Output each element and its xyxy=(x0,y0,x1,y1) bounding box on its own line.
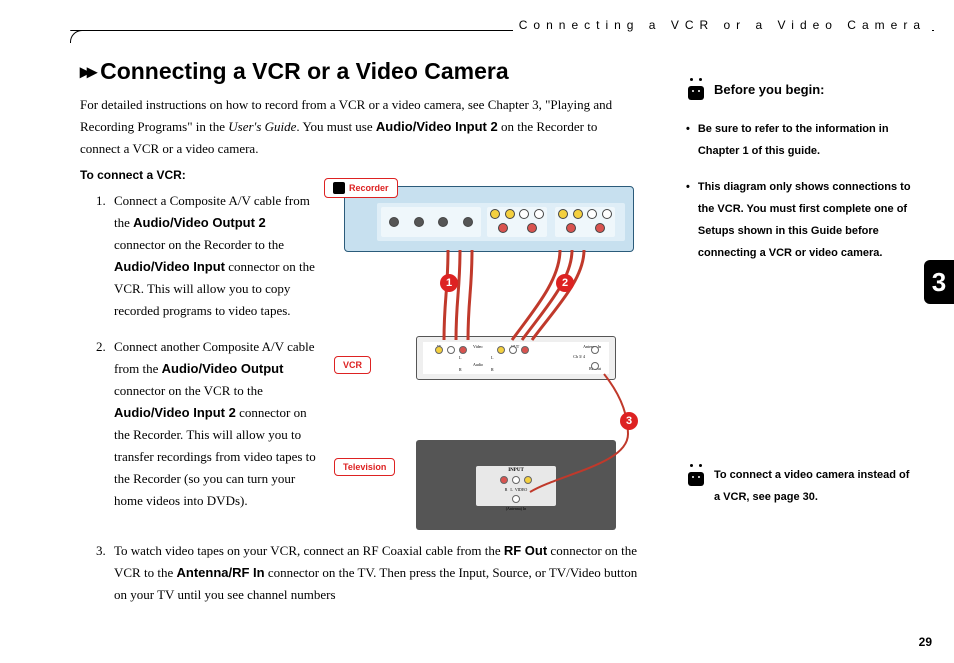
badge-2: 2 xyxy=(556,274,574,292)
tv-antenna-port xyxy=(476,495,556,503)
bullet-icon: • xyxy=(686,118,690,162)
page-number: 29 xyxy=(919,635,932,649)
connection-diagram: IN Video OUT Antenna In Ch 3/ 4 RF Out L… xyxy=(320,178,668,536)
steps-column: 1. Connect a Composite A/V cable from th… xyxy=(96,190,318,526)
badge-3: 3 xyxy=(620,412,638,430)
step-body: Connect a Composite A/V cable from the A… xyxy=(114,190,318,322)
vcr-video-label: Video xyxy=(473,344,483,349)
l-label: L xyxy=(491,355,493,360)
vcr-back-panel: IN Video OUT Antenna In Ch 3/ 4 RF Out L… xyxy=(423,342,609,374)
step-text: connector on the Recorder. This will all… xyxy=(114,405,316,508)
subheading-connect-vcr: To connect a VCR: xyxy=(80,168,186,182)
vcr-in-ports xyxy=(435,346,467,354)
step-1: 1. Connect a Composite A/V cable from th… xyxy=(96,190,318,322)
vcr-audio-label: Audio xyxy=(473,362,483,367)
label-television: Television xyxy=(334,458,395,476)
sidebar-heading: Before you begin: xyxy=(686,78,914,100)
sidebar-note: To connect a video camera instead of a V… xyxy=(686,464,914,508)
vcr-out-ports xyxy=(497,346,529,354)
r-label: R xyxy=(505,487,508,492)
recorder-ports-misc xyxy=(381,207,481,237)
step-bold: RF Out xyxy=(504,543,547,558)
label-recorder: Recorder xyxy=(324,178,398,198)
step-text: connector on the VCR to the xyxy=(114,383,263,398)
tivo-mini-icon xyxy=(333,182,345,194)
sidebar-note-text: To connect a video camera instead of a V… xyxy=(714,464,914,508)
recorder-av-out-ports xyxy=(487,207,547,237)
step-bold: Antenna/RF In xyxy=(176,565,264,580)
l-label: L xyxy=(459,355,461,360)
label-recorder-text: Recorder xyxy=(349,183,389,193)
step-number: 3. xyxy=(96,540,114,606)
recorder-back-panel xyxy=(377,203,625,241)
sidebar: Before you begin: •Be sure to refer to t… xyxy=(686,78,914,278)
step-3: 3. To watch video tapes on your VCR, con… xyxy=(96,540,648,606)
chapter-tab: 3 xyxy=(924,260,954,304)
page-title: ▸▸Connecting a VCR or a Video Camera xyxy=(80,58,509,85)
badge-1: 1 xyxy=(440,274,458,292)
step-number: 2. xyxy=(96,336,114,512)
step-text: connector on the Recorder to the xyxy=(114,237,284,252)
tv-antenna-label: (Antenna) In xyxy=(476,506,556,511)
step-number: 1. xyxy=(96,190,114,322)
tv-input-panel: INPUT R L VIDEO (Antenna) In xyxy=(476,466,556,506)
cable-2 xyxy=(552,250,602,342)
intro-paragraph: For detailed instructions on how to reco… xyxy=(80,94,640,160)
intro-bold: Audio/Video Input 2 xyxy=(376,119,498,134)
step-2: 2. Connect another Composite A/V cable f… xyxy=(96,336,318,512)
vcr-rf-ports xyxy=(591,346,599,354)
label-vcr: VCR xyxy=(334,356,371,374)
tv-input-label: INPUT xyxy=(476,468,556,473)
step-bold: Audio/Video Output xyxy=(162,361,284,376)
step-bold: Audio/Video Input xyxy=(114,259,225,274)
step-body: To watch video tapes on your VCR, connec… xyxy=(114,540,648,606)
step-bold: Audio/Video Input 2 xyxy=(114,405,236,420)
sidebar-item-text: This diagram only shows connections to t… xyxy=(698,176,914,264)
bullet-icon: • xyxy=(686,176,690,264)
diagram-vcr: IN Video OUT Antenna In Ch 3/ 4 RF Out L… xyxy=(416,336,616,380)
sidebar-item: •Be sure to refer to the information in … xyxy=(686,118,914,162)
title-text: Connecting a VCR or a Video Camera xyxy=(100,58,509,84)
recorder-av-in-ports xyxy=(555,207,615,237)
intro-italic: User's Guide xyxy=(228,119,296,134)
sidebar-list: •Be sure to refer to the information in … xyxy=(686,118,914,264)
cable-1 xyxy=(440,250,480,342)
tivo-icon xyxy=(686,466,706,486)
tivo-icon xyxy=(686,80,706,100)
r-label: R xyxy=(459,367,462,372)
step-text: To watch video tapes on your VCR, connec… xyxy=(114,543,504,558)
sidebar-item-text: Be sure to refer to the information in C… xyxy=(698,118,914,162)
r-label: R xyxy=(491,367,494,372)
chevrons-icon: ▸▸ xyxy=(80,59,94,84)
diagram-television: INPUT R L VIDEO (Antenna) In xyxy=(416,440,616,530)
l-label: L xyxy=(510,487,512,492)
vcr-ch-label: Ch 3/ 4 xyxy=(573,354,585,359)
running-head: Connecting a VCR or a Video Camera xyxy=(513,18,932,32)
step-body: Connect another Composite A/V cable from… xyxy=(114,336,318,512)
sidebar-item: •This diagram only shows connections to … xyxy=(686,176,914,264)
sidebar-heading-text: Before you begin: xyxy=(714,82,825,97)
vcr-rf-out-port xyxy=(591,362,599,370)
video-label: VIDEO xyxy=(515,487,527,492)
tv-ports xyxy=(476,476,556,484)
step-bold: Audio/Video Output 2 xyxy=(133,215,266,230)
intro-text: . You must use xyxy=(296,119,375,134)
